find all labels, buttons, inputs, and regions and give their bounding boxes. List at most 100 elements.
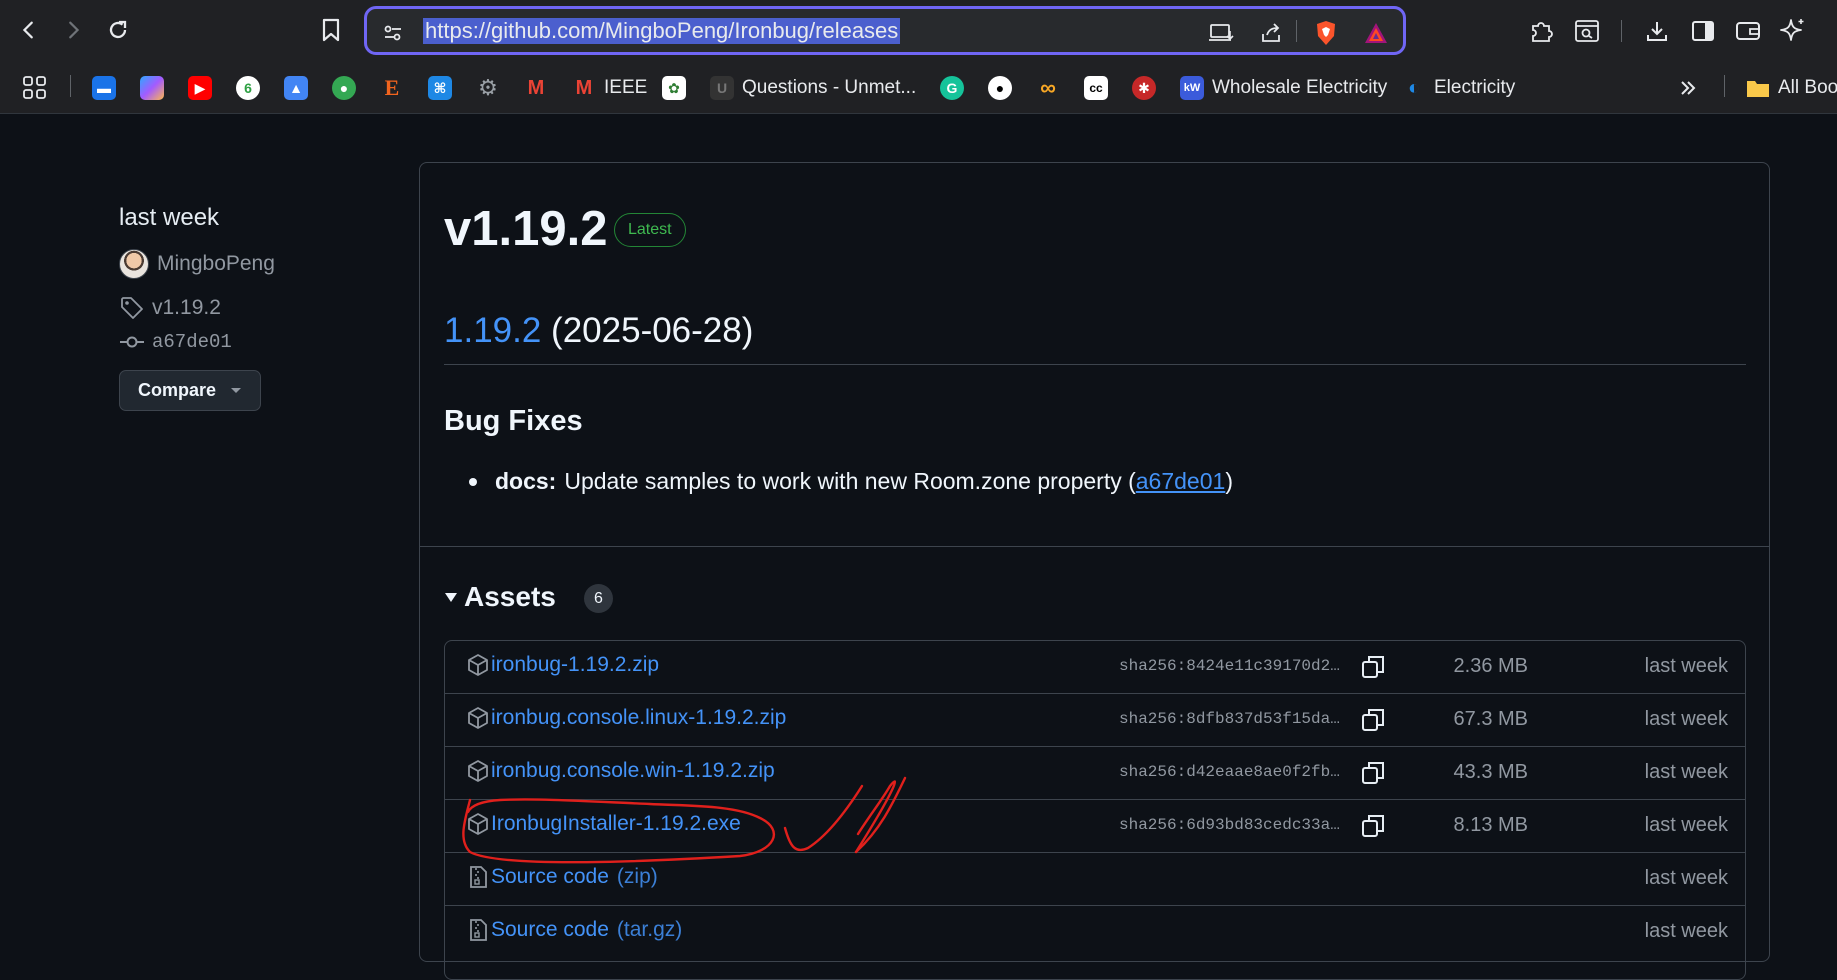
asset-sha: sha256:8dfb837d53f15da… — [1119, 710, 1340, 728]
changelog-commit-link[interactable]: a67de01 — [1136, 468, 1226, 495]
bookmark-item[interactable]: ● — [988, 73, 1012, 103]
copy-icon[interactable] — [1360, 760, 1386, 786]
commit-link[interactable]: a67de01 — [120, 331, 232, 353]
bookmark-item[interactable]: ∞ — [1036, 73, 1060, 103]
asset-link[interactable]: ironbug.console.win-1.19.2.zip — [467, 759, 775, 783]
search-tab-button[interactable] — [1572, 16, 1602, 46]
downloads-button[interactable] — [1642, 16, 1672, 46]
bookmark-wholesale-electricity[interactable]: kW Wholesale Electricity — [1180, 73, 1387, 103]
source-code-link[interactable]: Source code (zip) — [467, 865, 658, 889]
apps-button[interactable] — [22, 73, 48, 103]
cc-icon: cc — [1084, 76, 1108, 100]
asset-date: last week — [1644, 708, 1728, 730]
bookmark-ieee[interactable]: M IEEE — [572, 73, 648, 103]
asset-row: IronbugInstaller-1.19.2.exe sha256:6d93b… — [445, 800, 1745, 853]
gmail-icon: M — [575, 76, 593, 99]
bookmark-item[interactable] — [140, 73, 164, 103]
asset-sha: sha256:6d93bd83cedc33a… — [1119, 816, 1340, 834]
release-card: v1.19.2 Latest 1.19.2 (2025-06-28) Bug F… — [419, 162, 1770, 980]
tag-icon — [121, 297, 143, 319]
copy-icon[interactable] — [1360, 707, 1386, 733]
grammarly-icon: G — [940, 76, 964, 100]
bookmark-item[interactable]: M — [524, 73, 548, 103]
version-link[interactable]: 1.19.2 — [444, 311, 541, 350]
extensions-button[interactable] — [1527, 16, 1557, 46]
bookmark-questions[interactable]: U Questions - Unmet... — [710, 73, 916, 103]
asset-row: Source code (tar.gz) last week — [445, 906, 1745, 959]
bookmark-item[interactable]: ▶ — [188, 73, 212, 103]
asset-row: ironbug.console.linux-1.19.2.zip sha256:… — [445, 694, 1745, 747]
commit-icon — [120, 336, 144, 348]
download-icon — [1647, 22, 1667, 41]
release-title[interactable]: v1.19.2 — [444, 201, 608, 257]
sidebar-toggle-button[interactable] — [1688, 16, 1718, 46]
author-link[interactable]: MingboPeng — [119, 249, 275, 279]
compare-button[interactable]: Compare — [119, 370, 261, 411]
asset-size: 43.3 MB — [1453, 761, 1528, 783]
latest-badge: Latest — [614, 213, 686, 247]
asset-link[interactable]: ironbug.console.linux-1.19.2.zip — [467, 706, 786, 730]
asset-link[interactable]: IronbugInstaller-1.19.2.exe — [467, 812, 741, 836]
bookmark-item[interactable]: ✱ — [1132, 73, 1156, 103]
infinity-icon: ∞ — [1040, 75, 1056, 100]
bookmark-electricity[interactable]: ◐ Electricity — [1402, 73, 1515, 103]
bookmark-item[interactable]: E — [380, 73, 404, 103]
asset-date: last week — [1644, 761, 1728, 783]
address-bar[interactable]: https://github.com/MingboPeng/Ironbug/re… — [364, 6, 1406, 55]
asset-sha: sha256:d42eaae8ae0f2fb… — [1119, 763, 1340, 781]
reload-button[interactable] — [103, 15, 133, 45]
etsy-icon: E — [384, 75, 400, 100]
copy-icon[interactable] — [1360, 813, 1386, 839]
install-app-icon[interactable] — [1208, 19, 1236, 47]
file-zip-icon — [470, 919, 487, 941]
source-code-link[interactable]: Source code (tar.gz) — [467, 918, 682, 942]
package-icon — [468, 654, 488, 676]
bookmark-item[interactable]: ✿ — [662, 73, 686, 103]
bookmark-item[interactable]: ⌘ — [428, 73, 452, 103]
back-button[interactable] — [14, 15, 44, 45]
sparkle-icon — [1780, 19, 1804, 41]
caret-down-icon — [231, 387, 242, 393]
copy-icon[interactable] — [1360, 654, 1386, 680]
asset-size: 67.3 MB — [1453, 708, 1528, 730]
github-icon: ● — [988, 76, 1012, 100]
asset-date: last week — [1644, 920, 1728, 942]
forward-button[interactable] — [58, 15, 88, 45]
sidebar-icon — [1692, 21, 1714, 41]
bookmark-item[interactable]: ▬ — [92, 73, 116, 103]
asset-row: Source code (zip) last week — [445, 853, 1745, 906]
puzzle-icon — [1532, 22, 1553, 42]
bookmark-item[interactable]: ▲ — [284, 73, 308, 103]
bookmark-page-button[interactable] — [316, 15, 346, 45]
package-icon — [468, 813, 488, 835]
folder-icon — [1747, 81, 1769, 97]
assets-toggle[interactable]: Assets — [444, 581, 556, 613]
version-date: (2025-06-28) — [551, 311, 754, 350]
bookmark-item[interactable]: cc — [1084, 73, 1108, 103]
all-bookmarks-button[interactable]: All Boo — [1746, 73, 1837, 103]
more-bookmarks-button[interactable] — [1678, 73, 1698, 103]
tag-link[interactable]: v1.19.2 — [120, 296, 221, 320]
bookmark-item[interactable]: 6 — [236, 73, 260, 103]
divider — [444, 364, 1746, 365]
book-icon: ▬ — [92, 76, 116, 100]
leo-ai-button[interactable] — [1778, 16, 1808, 46]
bookmark-item[interactable]: ⚙ — [476, 73, 500, 103]
bookmarks-divider — [1724, 75, 1725, 97]
leaf-icon: 6 — [236, 76, 260, 100]
bug-fixes-heading: Bug Fixes — [444, 405, 583, 437]
asset-size: 2.36 MB — [1453, 655, 1528, 677]
share-icon[interactable] — [1257, 19, 1285, 47]
brave-shields-icon[interactable] — [1312, 19, 1340, 47]
url-text[interactable]: https://github.com/MingboPeng/Ironbug/re… — [423, 18, 901, 44]
brave-rewards-icon[interactable] — [1362, 19, 1390, 47]
asset-link[interactable]: ironbug-1.19.2.zip — [467, 653, 659, 677]
wallet-button[interactable] — [1733, 16, 1763, 46]
site-settings-icon[interactable] — [379, 19, 407, 47]
package-icon — [468, 760, 488, 782]
spider-icon: ✱ — [1132, 76, 1156, 100]
bookmark-item[interactable]: ● — [332, 73, 356, 103]
changelog-text: Update samples to work with new Room.zon… — [564, 468, 1136, 494]
changelog-close: ) — [1225, 468, 1233, 494]
bookmark-item[interactable]: G — [940, 73, 964, 103]
